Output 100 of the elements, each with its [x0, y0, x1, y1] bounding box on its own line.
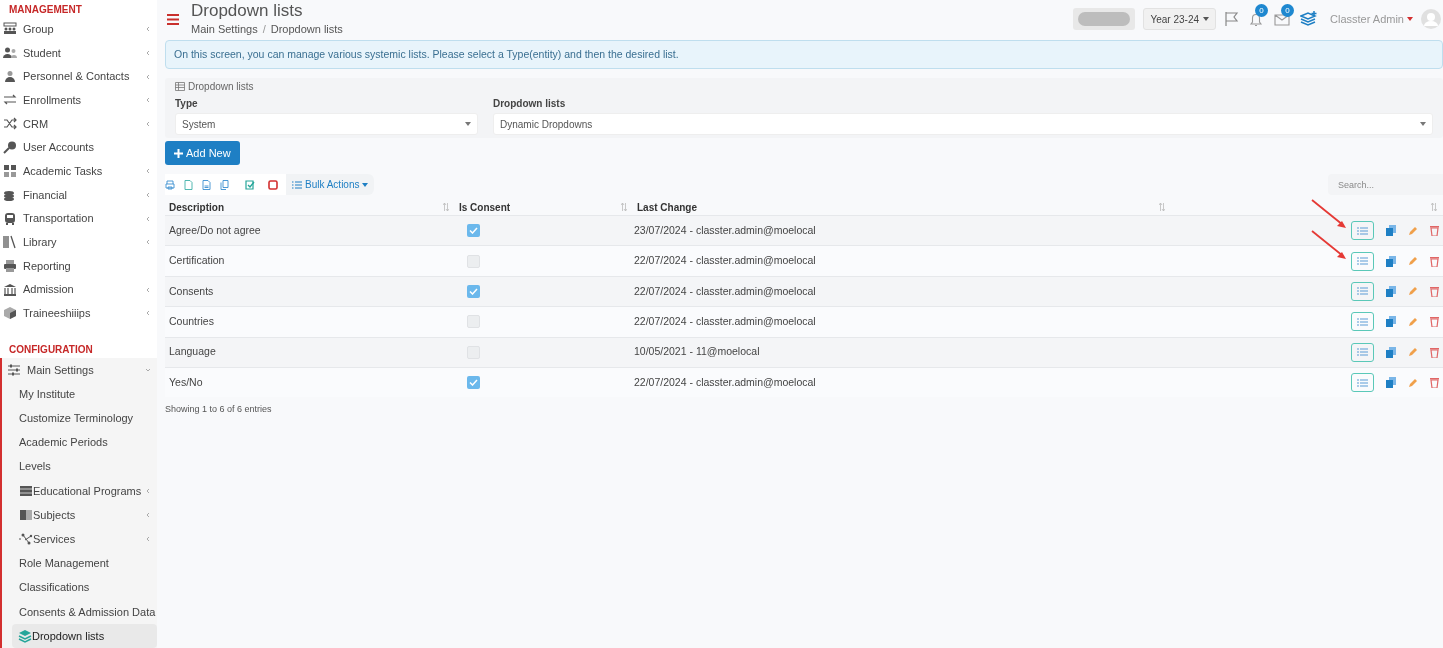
excel-file-icon[interactable] [202, 179, 211, 190]
copy-icon[interactable] [1386, 316, 1396, 328]
sidebar-item[interactable]: Admission [0, 277, 157, 302]
caret-icon [1420, 122, 1426, 126]
type-select[interactable]: System [175, 113, 478, 135]
sidebar-item[interactable]: Group [0, 17, 157, 42]
sidebar-item[interactable]: Services [2, 527, 157, 552]
sort-icon [621, 203, 627, 211]
trash-icon[interactable] [1430, 346, 1439, 358]
pencil-icon[interactable] [1408, 286, 1418, 297]
column-header[interactable]: Is Consent [459, 199, 511, 215]
csv-file-icon[interactable] [184, 179, 193, 190]
field-label: Type [175, 97, 199, 111]
copy-icon[interactable] [1386, 225, 1396, 237]
list-button[interactable] [1351, 342, 1374, 362]
list-button[interactable] [1351, 221, 1374, 241]
trash-icon[interactable] [1430, 225, 1439, 237]
blurred-field[interactable] [1073, 8, 1136, 30]
coins-icon [3, 188, 17, 202]
pencil-icon[interactable] [1408, 256, 1418, 267]
column-header[interactable]: Last Change [637, 199, 697, 215]
sidebar-item[interactable]: Enrollments [0, 88, 157, 113]
flag-icon[interactable] [1224, 11, 1240, 27]
pencil-icon[interactable] [1408, 377, 1418, 388]
sidebar-item[interactable]: Levels [2, 454, 157, 479]
check-icon [469, 287, 478, 295]
breadcrumb-link[interactable]: Main Settings [191, 20, 258, 38]
copy-icon[interactable] [1386, 377, 1396, 389]
search-field[interactable]: Search... [1328, 174, 1443, 195]
copy-icon[interactable] [1386, 285, 1396, 297]
sort-icon [1159, 203, 1165, 211]
trash-icon[interactable] [1430, 285, 1439, 297]
table-cell: 22/07/2024 - classter.admin@moelocal [634, 254, 816, 267]
sidebar-item[interactable]: Personnel & Contacts [0, 64, 157, 89]
sidebar-item[interactable]: My Institute [2, 382, 157, 407]
table-cell: 22/07/2024 - classter.admin@moelocal [634, 375, 816, 388]
sidebar-item[interactable]: Educational Programs [2, 478, 157, 503]
pencil-icon[interactable] [1408, 347, 1418, 358]
sidebar-item[interactable]: Transportation [0, 206, 157, 231]
breadcrumb-separator: / [262, 21, 266, 37]
list-button[interactable] [1351, 251, 1374, 271]
breadcrumb-link[interactable]: Dropdown lists [270, 20, 343, 38]
books-icon [3, 235, 17, 250]
copy-icon[interactable] [1386, 346, 1396, 358]
pencil-icon[interactable] [1408, 225, 1418, 236]
trash-icon[interactable] [1430, 316, 1439, 328]
menu-icon[interactable] [167, 13, 179, 25]
sidebar-item[interactable]: Consents & Admission Data [2, 599, 157, 624]
plus-icon [174, 148, 183, 158]
square-icon[interactable] [268, 179, 278, 190]
group-icon [3, 22, 17, 37]
list-select[interactable]: Dynamic Dropdowns [493, 113, 1433, 135]
trash-icon[interactable] [1430, 377, 1439, 389]
sidebar-item[interactable]: Library [0, 230, 157, 255]
layers-plus-icon[interactable] [1300, 11, 1318, 27]
check-square-icon[interactable] [245, 179, 255, 190]
sidebar-item[interactable]: Role Management [2, 551, 157, 576]
sidebar-item[interactable]: Subjects [2, 502, 157, 528]
sidebar-item[interactable]: Reporting [0, 254, 157, 278]
list-button[interactable] [1351, 281, 1374, 301]
list-button[interactable] [1351, 373, 1374, 393]
sort-icon [1431, 203, 1437, 211]
list-icon [1357, 287, 1368, 296]
sidebar-item[interactable]: Dropdown lists [12, 623, 157, 648]
sidebar-item[interactable]: Main Settings [2, 357, 157, 382]
column-header[interactable]: Description [169, 199, 224, 215]
checkbox[interactable] [467, 224, 480, 238]
checkbox[interactable] [467, 254, 480, 268]
bell-icon[interactable] [1248, 12, 1264, 28]
sidebar-item[interactable]: Academic Tasks [0, 159, 157, 184]
bulk-actions-button[interactable]: Bulk Actions [286, 174, 375, 195]
layers-icon [18, 628, 32, 643]
sidebar-item[interactable]: Customize Terminology [2, 406, 157, 431]
trash-icon[interactable] [1430, 255, 1439, 267]
avatar-icon[interactable] [1421, 9, 1441, 29]
sidebar-item[interactable]: Traineeshiiips [0, 301, 157, 326]
checkbox[interactable] [467, 315, 480, 329]
panel-legend: Dropdown lists [188, 79, 254, 94]
copy-icon[interactable] [1386, 255, 1396, 267]
mail-icon[interactable] [1274, 13, 1290, 27]
checkbox[interactable] [467, 284, 480, 298]
field-label: Dropdown lists [493, 97, 567, 111]
person-icon [3, 69, 17, 84]
caret-icon [1203, 17, 1209, 21]
copy-icon[interactable] [220, 179, 230, 190]
sidebar-item[interactable]: Academic Periods [2, 430, 157, 455]
pencil-icon[interactable] [1408, 316, 1418, 327]
list-icon [292, 180, 302, 189]
sidebar-item[interactable]: Student [0, 41, 157, 65]
checkbox[interactable] [467, 376, 480, 390]
people-icon [3, 46, 17, 61]
print-icon[interactable] [165, 179, 175, 190]
info-message: On this screen, you can manage various systemic lists. Please select a Type(entity) and then the desired list. [165, 40, 1443, 69]
sidebar-item[interactable]: Classifications [2, 575, 157, 600]
add-new-button[interactable]: Add New [165, 141, 240, 165]
sidebar-item[interactable]: CRM [0, 112, 157, 136]
sidebar-item[interactable]: User Accounts [0, 135, 157, 160]
sidebar-item[interactable]: Financial [0, 183, 157, 207]
list-button[interactable] [1351, 312, 1374, 332]
year-dropdown[interactable]: Year 23-24 [1143, 8, 1216, 30]
